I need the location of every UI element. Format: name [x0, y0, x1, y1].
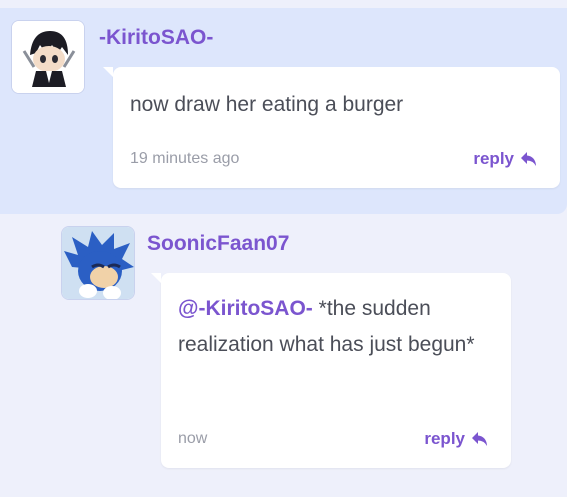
- comment-author[interactable]: -KiritoSAO-: [99, 26, 213, 50]
- comment-bubble: @-KiritoSAO- *the sudden realization wha…: [151, 273, 511, 468]
- blue-hedgehog-icon: [62, 227, 134, 299]
- comment-author[interactable]: SoonicFaan07: [147, 232, 289, 256]
- user-avatar[interactable]: [11, 20, 85, 94]
- reply-button[interactable]: reply: [424, 429, 489, 449]
- user-avatar[interactable]: [61, 226, 135, 300]
- comment-timestamp: now: [178, 430, 208, 447]
- chibi-character-icon: [12, 21, 84, 93]
- reply-label: reply: [473, 149, 514, 168]
- reply-button[interactable]: reply: [473, 149, 538, 169]
- comment-text: now draw her eating a burger: [130, 93, 404, 116]
- reply-label: reply: [424, 429, 465, 448]
- reply-arrow-icon: [472, 432, 487, 446]
- comment-timestamp: 19 minutes ago: [130, 150, 240, 167]
- comment-bubble: now draw her eating a burger 19 minutes …: [103, 67, 560, 188]
- comment-text: @-KiritoSAO- *the sudden realization wha…: [178, 291, 496, 363]
- user-mention-link[interactable]: @-KiritoSAO-: [178, 297, 313, 320]
- reply-arrow-icon: [521, 152, 536, 166]
